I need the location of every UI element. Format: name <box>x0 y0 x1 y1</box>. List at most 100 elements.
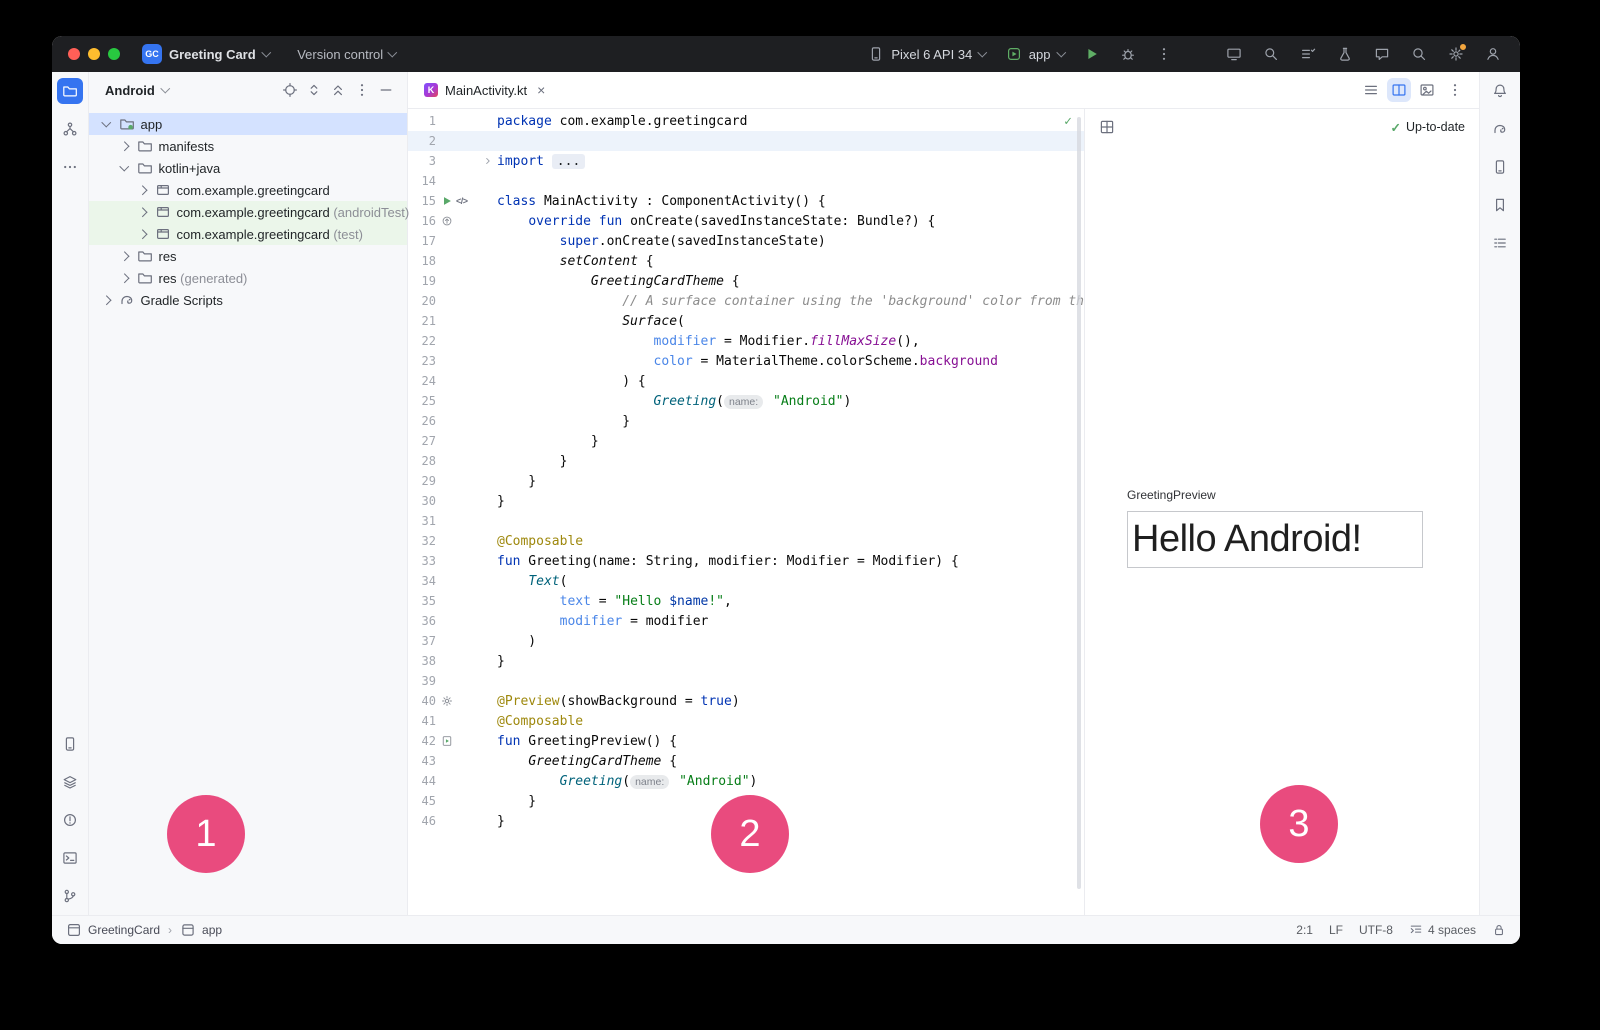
commit-tool-icon[interactable] <box>57 116 83 142</box>
fold-chevron-icon[interactable] <box>482 155 494 167</box>
preview-component-label[interactable]: GreetingPreview <box>1127 488 1216 502</box>
code-view-icon[interactable] <box>1359 78 1383 102</box>
build-variants-icon[interactable] <box>1295 41 1321 67</box>
project-view-selector[interactable]: Android <box>105 83 155 98</box>
code-line-2[interactable]: 2 <box>408 131 1084 151</box>
project-widget[interactable]: GC Greeting Card <box>136 41 275 67</box>
code-line-39[interactable]: 39 <box>408 671 1084 691</box>
tree-item-com-example-greetingcard-androidtest[interactable]: com.example.greetingcard (androidTest) <box>89 201 407 223</box>
editor-scrollbar[interactable] <box>1077 117 1081 889</box>
tree-item-app[interactable]: app <box>89 113 407 135</box>
chevron-right-icon[interactable] <box>120 251 129 260</box>
code-line-25[interactable]: 25 Greeting(name: "Android") <box>408 391 1084 411</box>
version-control-tool-icon[interactable] <box>57 883 83 909</box>
chevron-right-icon[interactable] <box>120 273 129 282</box>
code-line-34[interactable]: 34 Text( <box>408 571 1084 591</box>
more-run-actions-icon[interactable] <box>1151 41 1177 67</box>
ai-assistant-icon[interactable] <box>1369 41 1395 67</box>
collapse-all-icon[interactable] <box>327 79 349 101</box>
bookmarks-icon[interactable] <box>1487 192 1513 218</box>
code-line-18[interactable]: 18 setContent { <box>408 251 1084 271</box>
code-line-35[interactable]: 35 text = "Hello $name!", <box>408 591 1084 611</box>
zoom-window-button[interactable] <box>108 48 120 60</box>
notifications-icon[interactable] <box>1487 78 1513 104</box>
minimize-window-button[interactable] <box>88 48 100 60</box>
tree-item-res-generated[interactable]: res (generated) <box>89 267 407 289</box>
options-icon[interactable] <box>351 79 373 101</box>
code-line-24[interactable]: 24 ) { <box>408 371 1084 391</box>
hide-panel-icon[interactable] <box>375 79 397 101</box>
code-line-21[interactable]: 21 Surface( <box>408 311 1084 331</box>
code-line-46[interactable]: 46} <box>408 811 1084 831</box>
code-line-33[interactable]: 33fun Greeting(name: String, modifier: M… <box>408 551 1084 571</box>
profiler-icon[interactable] <box>1332 41 1358 67</box>
tree-item-com-example-greetingcard[interactable]: com.example.greetingcard <box>89 179 407 201</box>
breadcrumb-project[interactable]: GreetingCard <box>88 923 160 937</box>
chevron-down-icon[interactable] <box>102 118 111 127</box>
code-line-40[interactable]: 40@Preview(showBackground = true) <box>408 691 1084 711</box>
code-line-31[interactable]: 31 <box>408 511 1084 531</box>
breadcrumb-module[interactable]: app <box>202 923 222 937</box>
chevron-right-icon[interactable] <box>120 141 129 150</box>
encoding[interactable]: UTF-8 <box>1359 923 1393 937</box>
code-line-14[interactable]: 14 <box>408 171 1084 191</box>
split-view-icon[interactable] <box>1387 78 1411 102</box>
search-everywhere-icon[interactable] <box>1406 41 1432 67</box>
code-line-42[interactable]: 42fun GreetingPreview() { <box>408 731 1084 751</box>
chevron-right-icon[interactable] <box>138 185 147 194</box>
code-line-3[interactable]: 3import ... <box>408 151 1084 171</box>
code-line-17[interactable]: 17 super.onCreate(savedInstanceState) <box>408 231 1084 251</box>
device-explorer-icon[interactable] <box>1487 154 1513 180</box>
version-control-widget[interactable]: Version control <box>297 47 396 62</box>
close-window-button[interactable] <box>68 48 80 60</box>
account-icon[interactable] <box>1480 41 1506 67</box>
run-gutter-icon[interactable] <box>441 195 453 207</box>
code-line-45[interactable]: 45 } <box>408 791 1084 811</box>
inspections-ok-icon[interactable]: ✓ <box>1064 114 1072 129</box>
code-line-30[interactable]: 30} <box>408 491 1084 511</box>
code-line-20[interactable]: 20 // A surface container using the 'bac… <box>408 291 1084 311</box>
code-tag-gutter-icon[interactable]: </> <box>456 196 468 206</box>
code-line-19[interactable]: 19 GreetingCardTheme { <box>408 271 1084 291</box>
chevron-right-icon[interactable] <box>102 295 111 304</box>
run-button[interactable] <box>1079 41 1105 67</box>
project-tool-icon[interactable] <box>57 78 83 104</box>
preview-layout-icon[interactable] <box>1099 119 1115 135</box>
write-access-lock[interactable] <box>1492 923 1506 937</box>
device-mirroring-icon[interactable] <box>1221 41 1247 67</box>
build-tool-icon[interactable] <box>57 769 83 795</box>
tree-item-res[interactable]: res <box>89 245 407 267</box>
gradle-icon[interactable] <box>1487 116 1513 142</box>
line-separator[interactable]: LF <box>1329 923 1343 937</box>
chevron-down-icon[interactable] <box>120 162 129 171</box>
tree-item-com-example-greetingcard-test[interactable]: com.example.greetingcard (test) <box>89 223 407 245</box>
code-line-43[interactable]: 43 GreetingCardTheme { <box>408 751 1084 771</box>
device-selector[interactable]: Pixel 6 API 34 <box>863 43 990 65</box>
expand-collapse-icon[interactable] <box>303 79 325 101</box>
preview-settings-gutter-icon[interactable] <box>441 695 453 707</box>
structure-icon[interactable] <box>1487 230 1513 256</box>
chevron-right-icon[interactable] <box>138 207 147 216</box>
locate-file-icon[interactable] <box>279 79 301 101</box>
chevron-right-icon[interactable] <box>138 229 147 238</box>
indent-style[interactable]: 4 spaces <box>1409 923 1476 937</box>
code-line-37[interactable]: 37 ) <box>408 631 1084 651</box>
code-line-27[interactable]: 27 } <box>408 431 1084 451</box>
problems-icon[interactable] <box>57 807 83 833</box>
code-line-1[interactable]: 1package com.example.greetingcard <box>408 111 1084 131</box>
cursor-position[interactable]: 2:1 <box>1296 923 1313 937</box>
settings-icon[interactable] <box>1443 41 1469 67</box>
run-config-selector[interactable]: app <box>1001 43 1069 65</box>
code-line-38[interactable]: 38} <box>408 651 1084 671</box>
code-line-22[interactable]: 22 modifier = Modifier.fillMaxSize(), <box>408 331 1084 351</box>
code-line-15[interactable]: 15</>class MainActivity : ComponentActiv… <box>408 191 1084 211</box>
code-line-28[interactable]: 28 } <box>408 451 1084 471</box>
code-line-16[interactable]: 16 override fun onCreate(savedInstanceSt… <box>408 211 1084 231</box>
code-line-32[interactable]: 32@Composable <box>408 531 1084 551</box>
tab-mainactivity-kt[interactable]: K MainActivity.kt × <box>422 72 555 108</box>
editor-options-icon[interactable] <box>1443 78 1467 102</box>
design-view-icon[interactable] <box>1415 78 1439 102</box>
terminal-icon[interactable] <box>57 845 83 871</box>
code-line-26[interactable]: 26 } <box>408 411 1084 431</box>
tree-item-gradle-scripts[interactable]: Gradle Scripts <box>89 289 407 311</box>
